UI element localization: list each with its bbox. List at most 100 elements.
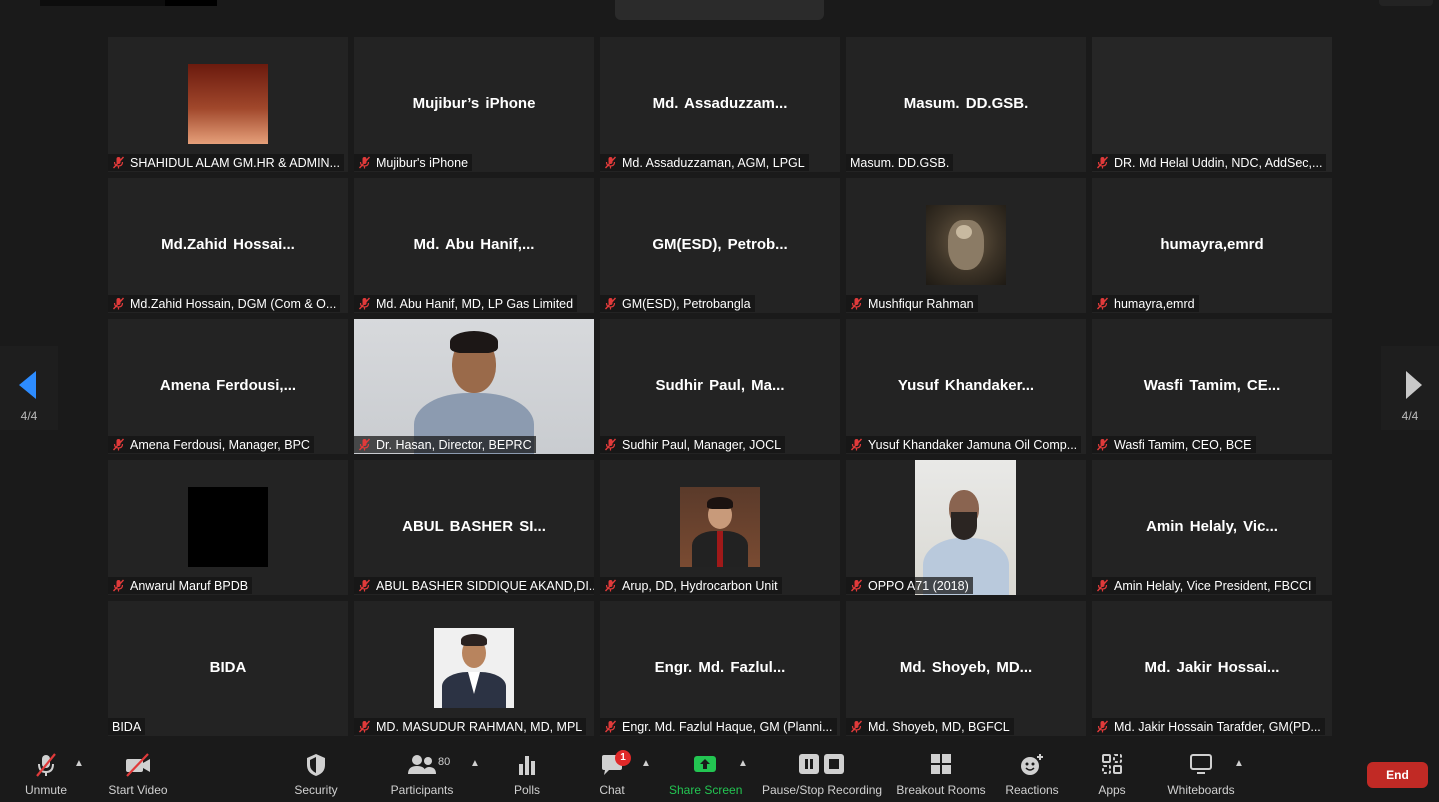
- participant-name-label: Yusuf Khandaker Jamuna Oil Comp...: [846, 436, 1082, 453]
- share-options-caret[interactable]: ▲: [738, 758, 748, 769]
- apps-label: Apps: [1098, 783, 1126, 797]
- participant-name-label: DR. Md Helal Uddin, NDC, AddSec,...: [1092, 154, 1327, 171]
- profile-picture: [926, 205, 1006, 285]
- muted-mic-icon: [850, 297, 863, 310]
- share-screen-button[interactable]: Share Screen: [669, 752, 742, 797]
- profile-picture: [188, 64, 268, 144]
- end-meeting-button[interactable]: End: [1367, 762, 1428, 788]
- participant-tile[interactable]: BIDA BIDA: [108, 601, 348, 736]
- shield-icon: [292, 752, 340, 778]
- muted-mic-icon: [850, 720, 863, 733]
- muted-mic-icon: [112, 156, 125, 169]
- participant-name-label: Md. Jakir Hossain Tarafder, GM(PD...: [1092, 718, 1325, 735]
- muted-mic-icon: [112, 579, 125, 592]
- participant-tile[interactable]: OPPO A71 (2018): [846, 460, 1086, 595]
- participant-tile[interactable]: Md.Zahid Hossai... Md.Zahid Hossain, DGM …: [108, 178, 348, 313]
- muted-mic-icon: [112, 438, 125, 451]
- participant-tile[interactable]: Mushfiqur Rahman: [846, 178, 1086, 313]
- participant-tile[interactable]: DR. Md Helal Uddin, NDC, AddSec,...: [1092, 37, 1332, 172]
- participant-display-name: humayra,emrd: [1160, 236, 1264, 253]
- participant-tile[interactable]: MD. MASUDUR RAHMAN, MD, MPL: [354, 601, 594, 736]
- profile-picture: [680, 487, 760, 567]
- participant-name-label: Md.Zahid Hossain, DGM (Com & O...: [108, 295, 341, 312]
- muted-mic-icon: [112, 297, 125, 310]
- participant-tile[interactable]: Engr. Md. Fazlul... Engr. Md. Fazlul Haqu…: [600, 601, 840, 736]
- participant-tile[interactable]: Md. Abu Hanif,... Md. Abu Hanif, MD, LP G…: [354, 178, 594, 313]
- next-page-button[interactable]: 4/4: [1381, 346, 1439, 430]
- muted-mic-icon: [1096, 156, 1109, 169]
- pause-stop-icon: [762, 752, 882, 778]
- participant-name-label: Arup, DD, Hydrocarbon Unit: [600, 577, 782, 594]
- participant-tile[interactable]: Md. Assaduzzam... Md. Assaduzzaman, AGM, …: [600, 37, 840, 172]
- share-screen-icon: [669, 752, 741, 778]
- top-bar-right[interactable]: [1379, 0, 1433, 6]
- participant-tile[interactable]: Md. Jakir Hossai... Md. Jakir Hossain Tar…: [1092, 601, 1332, 736]
- apps-icon: [1096, 752, 1128, 778]
- chat-options-caret[interactable]: ▲: [641, 758, 651, 769]
- audio-options-caret[interactable]: ▲: [74, 758, 84, 769]
- meeting-toolbar: Unmute ▲ Start Video Security Participan…: [0, 742, 1439, 802]
- participant-tile[interactable]: Anwarul Maruf BPDB: [108, 460, 348, 595]
- participant-display-name: Md. Shoyeb, MD...: [899, 659, 1033, 676]
- right-arrow-icon: [1406, 371, 1422, 399]
- muted-mic-icon: [358, 156, 371, 169]
- participant-display-name: Md. Abu Hanif,...: [413, 236, 535, 253]
- page-indicator-left: 4/4: [20, 409, 38, 423]
- participant-name-label: MD. MASUDUR RAHMAN, MD, MPL: [354, 718, 587, 735]
- participant-tile[interactable]: Amena Ferdousi,... Amena Ferdousi, Manage…: [108, 319, 348, 454]
- participant-display-name: Sudhir Paul, Ma...: [655, 377, 785, 394]
- start-video-button[interactable]: Start Video: [107, 752, 169, 797]
- participant-tile[interactable]: humayra,emrd humayra,emrd: [1092, 178, 1332, 313]
- participant-tile[interactable]: Masum. DD.GSB. Masum. DD.GSB.: [846, 37, 1086, 172]
- muted-mic-icon: [604, 579, 617, 592]
- participant-tile[interactable]: ABUL BASHER SI... ABUL BASHER SIDDIQUE AK…: [354, 460, 594, 595]
- muted-mic-icon: [1096, 579, 1109, 592]
- participant-name-label: Amin Helaly, Vice President, FBCCI: [1092, 577, 1316, 594]
- profile-picture: [434, 628, 514, 708]
- whiteboard-icon: [1165, 752, 1237, 778]
- polls-button[interactable]: Polls: [511, 752, 543, 797]
- participant-tile[interactable]: Sudhir Paul, Ma... Sudhir Paul, Manager, …: [600, 319, 840, 454]
- participant-tile[interactable]: Md. Shoyeb, MD... Md. Shoyeb, MD, BGFCL: [846, 601, 1086, 736]
- participant-tile[interactable]: Mujibur’s iPhone Mujibur's iPhone: [354, 37, 594, 172]
- participant-tile[interactable]: GM(ESD), Petrob... GM(ESD), Petrobangla: [600, 178, 840, 313]
- participant-tile[interactable]: Wasfi Tamim, CE... Wasfi Tamim, CEO, BCE: [1092, 319, 1332, 454]
- participant-tile[interactable]: Arup, DD, Hydrocarbon Unit: [600, 460, 840, 595]
- participant-name-label: Md. Assaduzzaman, AGM, LPGL: [600, 154, 809, 171]
- participant-display-name: Masum. DD.GSB.: [903, 95, 1029, 112]
- whiteboards-button[interactable]: Whiteboards: [1165, 752, 1237, 797]
- participant-display-name: Engr. Md. Fazlul...: [654, 659, 786, 676]
- participants-options-caret[interactable]: ▲: [470, 758, 480, 769]
- video-off-icon: [107, 752, 169, 778]
- participant-tile[interactable]: SHAHIDUL ALAM GM.HR & ADMIN...: [108, 37, 348, 172]
- previous-page-button[interactable]: 4/4: [0, 346, 58, 430]
- participant-tile[interactable]: Dr. Hasan, Director, BEPRC: [354, 319, 594, 454]
- reactions-button[interactable]: Reactions: [1005, 752, 1059, 797]
- participant-name-label: Amena Ferdousi, Manager, BPC: [108, 436, 314, 453]
- security-button[interactable]: Security: [292, 752, 340, 797]
- unmute-button[interactable]: Unmute: [22, 752, 70, 797]
- participant-tile[interactable]: Yusuf Khandaker... Yusuf Khandaker Jamuna…: [846, 319, 1086, 454]
- pause-stop-recording-button[interactable]: Pause/Stop Recording: [762, 752, 882, 797]
- participant-name-label: Dr. Hasan, Director, BEPRC: [354, 436, 536, 453]
- breakout-rooms-button[interactable]: Breakout Rooms: [896, 752, 986, 797]
- participant-tile[interactable]: Amin Helaly, Vic... Amin Helaly, Vice Pre…: [1092, 460, 1332, 595]
- participant-display-name: ABUL BASHER SI...: [402, 518, 546, 535]
- chat-unread-badge: 1: [615, 750, 631, 766]
- participant-display-name: BIDA: [209, 659, 247, 676]
- video-feed: [915, 460, 1016, 595]
- participant-grid: SHAHIDUL ALAM GM.HR & ADMIN... Mujibur’s …: [108, 37, 1332, 736]
- top-bar-left: [40, 0, 217, 6]
- participant-name-label: humayra,emrd: [1092, 295, 1199, 312]
- chat-label: Chat: [599, 783, 625, 797]
- notification-toast: [615, 0, 824, 20]
- muted-mic-icon: [1096, 438, 1109, 451]
- reactions-label: Reactions: [1005, 783, 1059, 797]
- participant-name-label: Mujibur's iPhone: [354, 154, 473, 171]
- breakout-rooms-icon: [896, 752, 986, 778]
- whiteboards-options-caret[interactable]: ▲: [1234, 758, 1244, 769]
- apps-button[interactable]: Apps: [1096, 752, 1128, 797]
- participant-name-label: BIDA: [108, 718, 146, 735]
- muted-microphone-icon: [22, 752, 70, 778]
- breakout-rooms-label: Breakout Rooms: [896, 783, 986, 797]
